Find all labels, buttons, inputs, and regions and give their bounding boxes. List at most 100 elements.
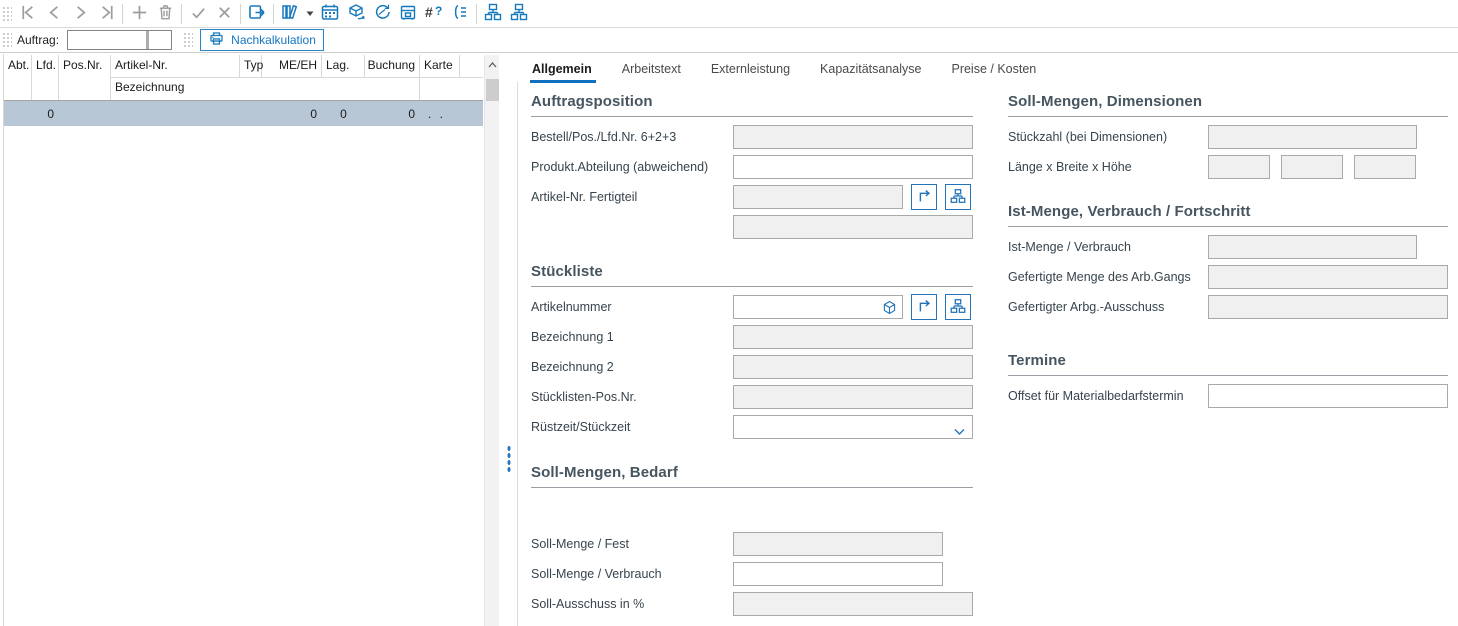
produkt-abteilung-input[interactable] — [734, 156, 972, 178]
positions-grid: Abt. Lfd. Pos.Nr. Artikel-Nr. Typ ME/EH … — [4, 55, 483, 126]
soll-menge-verbrauch-field[interactable] — [733, 562, 943, 586]
structure-browser-button[interactable] — [945, 184, 971, 210]
cancel-button[interactable] — [211, 2, 237, 26]
cube-transfer-button[interactable] — [343, 2, 369, 26]
stueckzahl-label: Stückzahl (bei Dimensionen) — [1008, 130, 1208, 144]
soll-menge-fest-field — [733, 532, 943, 556]
artikelnr-fertigteil-bezeichnung-field — [733, 215, 973, 239]
section-soll-mengen-dimensionen: Soll-Mengen, Dimensionen Stückzahl (bei … — [1008, 93, 1448, 185]
column-header-artikelnr[interactable]: Artikel-Nr. — [111, 55, 240, 78]
section-stueckliste: Stückliste Artikelnummer Bezeichnung 1 B… — [531, 263, 973, 445]
grid-selected-row[interactable]: 0 0 0 0 . . — [4, 101, 483, 126]
produkt-abteilung-label: Produkt.Abteilung (abweichend) — [531, 160, 733, 174]
post-forward-icon — [247, 2, 267, 25]
ruestzeit-dropdown[interactable] — [733, 415, 973, 439]
tab-preise-kosten[interactable]: Preise / Kosten — [951, 54, 1036, 83]
last-record-button[interactable] — [93, 2, 119, 26]
column-header-lag[interactable]: Lag. — [322, 55, 365, 78]
stueckzahl-field — [1208, 125, 1417, 149]
nachkalkulation-label: Nachkalkulation — [231, 33, 316, 47]
artikelnummer-field[interactable] — [733, 295, 903, 319]
refresh-button[interactable] — [369, 2, 395, 26]
calendar-button[interactable] — [317, 2, 343, 26]
tab-externleistung[interactable]: Externleistung — [711, 54, 790, 83]
auftrag-input[interactable] — [68, 31, 146, 49]
tab-kapazitaetsanalyse[interactable]: Kapazitätsanalyse — [820, 54, 921, 83]
subheader-filler — [420, 78, 483, 100]
row-cell-lfd: 0 — [32, 107, 59, 121]
offset-materialbedarfstermin-input[interactable] — [1209, 385, 1447, 407]
auftrag-position-input[interactable] — [149, 31, 171, 49]
number-query-button[interactable]: #? — [421, 2, 447, 26]
offset-materialbedarfstermin-field[interactable] — [1208, 384, 1448, 408]
chevron-up-icon — [488, 55, 497, 73]
section-title: Stückliste — [531, 263, 973, 287]
printer-icon — [208, 30, 225, 50]
next-record-icon — [71, 3, 90, 25]
detail-tabs: Allgemein Arbeitstext Externleistung Kap… — [517, 54, 1066, 83]
column-header-karte[interactable]: Karte — [420, 55, 460, 78]
post-forward-button[interactable] — [244, 2, 270, 26]
first-record-icon — [19, 3, 38, 25]
sitemap-icon — [949, 297, 967, 318]
nachkalkulation-button[interactable]: Nachkalkulation — [200, 29, 324, 51]
archive-button[interactable] — [395, 2, 421, 26]
archive-icon — [398, 2, 418, 25]
hoehe-field — [1354, 155, 1416, 179]
next-record-button[interactable] — [67, 2, 93, 26]
produkt-abteilung-field[interactable] — [733, 155, 973, 179]
add-button[interactable] — [126, 2, 152, 26]
toolbar-separator — [181, 4, 182, 24]
previous-record-button[interactable] — [41, 2, 67, 26]
first-record-button[interactable] — [15, 2, 41, 26]
hierarchy-alt-button[interactable] — [506, 2, 532, 26]
section-title: Ist-Menge, Verbrauch / Fortschritt — [1008, 203, 1448, 227]
delete-button[interactable] — [152, 2, 178, 26]
toolbar-drag-handle[interactable] — [2, 6, 12, 22]
stueckliste-structure-button[interactable] — [945, 294, 971, 320]
goto-artikel-button[interactable] — [911, 184, 937, 210]
goto-stueckliste-artikel-button[interactable] — [911, 294, 937, 320]
artikelnummer-input[interactable] — [734, 296, 902, 318]
list-structure-button[interactable] — [447, 2, 473, 26]
column-header-meeh[interactable]: ME/EH — [262, 55, 322, 78]
soll-menge-verbrauch-input[interactable] — [734, 563, 942, 585]
column-header-typ[interactable]: Typ — [240, 55, 262, 78]
stuecklisten-posnr-field — [733, 385, 973, 409]
toolbar-drag-handle[interactable] — [2, 32, 12, 48]
column-header-lfd[interactable]: Lfd. — [32, 55, 59, 100]
bezeichnung2-label: Bezeichnung 2 — [531, 360, 733, 374]
scrollbar-thumb[interactable] — [486, 79, 499, 101]
gefertigter-ausschuss-label: Gefertigter Arbg.-Ausschuss — [1008, 300, 1208, 314]
soll-ausschuss-field — [733, 592, 973, 616]
toolbar-drag-handle[interactable] — [183, 32, 193, 48]
grid-scrollbar[interactable] — [484, 55, 499, 626]
cube-transfer-icon — [346, 2, 366, 25]
bezeichnung1-field — [733, 325, 973, 349]
cancel-icon — [215, 3, 234, 25]
soll-ausschuss-label: Soll-Ausschuss in % — [531, 597, 733, 611]
reports-dropdown-button[interactable] — [303, 2, 317, 26]
row-cell-karte: . . — [420, 107, 460, 121]
scroll-up-button[interactable] — [485, 55, 500, 73]
sitemap-icon — [949, 187, 967, 208]
hierarchy-button[interactable] — [480, 2, 506, 26]
section-ist-menge: Ist-Menge, Verbrauch / Fortschritt Ist-M… — [1008, 203, 1448, 325]
bezeichnung1-label: Bezeichnung 1 — [531, 330, 733, 344]
panel-splitter[interactable] — [503, 53, 516, 626]
confirm-button[interactable] — [185, 2, 211, 26]
cube-icon[interactable] — [881, 299, 898, 321]
tab-allgemein[interactable]: Allgemein — [532, 54, 592, 83]
tab-arbeitstext[interactable]: Arbeitstext — [622, 54, 681, 83]
column-header-posnr[interactable]: Pos.Nr. — [59, 55, 111, 100]
reports-button[interactable] — [277, 2, 303, 26]
add-icon — [130, 3, 149, 25]
column-header-buchung[interactable]: Buchung — [365, 55, 420, 78]
gefertigte-menge-field — [1208, 265, 1448, 289]
application-window: #? Auftrag: Nachkalkulation Abt. Lfd. Po… — [0, 0, 1458, 626]
section-soll-mengen-bedarf: Soll-Mengen, Bedarf Soll-Menge / Fest So… — [531, 464, 973, 622]
offset-materialbedarfstermin-label: Offset für Materialbedarfstermin — [1008, 389, 1208, 403]
column-header-abt[interactable]: Abt. — [4, 55, 32, 100]
auftrag-toolbar: Auftrag: Nachkalkulation — [0, 28, 1458, 53]
column-subheader-bezeichnung[interactable]: Bezeichnung — [111, 78, 420, 100]
